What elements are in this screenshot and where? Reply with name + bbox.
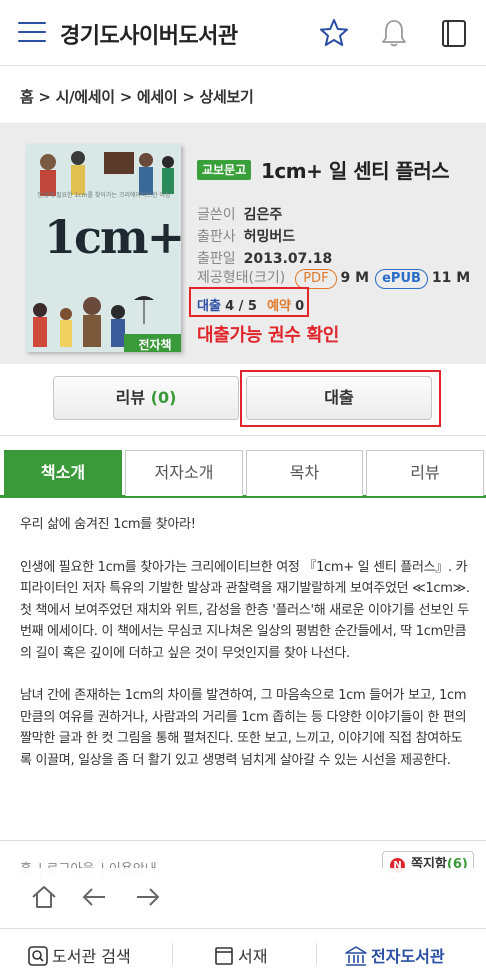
library-search-button[interactable]: 도서관 검색: [28, 943, 131, 967]
cover-subtitle: 인생에 필요한 1cm를 찾아가는 크리에이티브한 여정: [37, 192, 171, 199]
library-building-icon: [345, 946, 367, 966]
ebook-library-button[interactable]: 전자도서관: [345, 943, 445, 967]
search-icon: [28, 946, 48, 966]
book-title: 1cm+ 일 센티 플러스: [261, 159, 450, 183]
detail-tabs: 책소개 저자소개 목차 리뷰: [0, 450, 486, 498]
cover-title: 1cm+: [44, 210, 181, 264]
browser-nav-bar: [0, 868, 486, 926]
loan-status: 대출 4 / 5 예약 0: [197, 295, 304, 314]
breadcrumb-text[interactable]: 홈 > 시/에세이 > 에세이 > 상세보기: [20, 86, 254, 107]
description-paragraph: 인생에 필요한 1cm를 찾아가는 크리에이티브한 여정 『1cm+ 일 센티 …: [20, 559, 470, 661]
reserve-label: 예약: [267, 299, 292, 314]
review-button-label: 리뷰: [115, 388, 146, 407]
publisher-value: 허밍버드: [243, 229, 296, 245]
ebook-library-label: 전자도서관: [371, 947, 445, 966]
shelf-icon: [215, 947, 233, 965]
epub-format-badge[interactable]: ePUB: [375, 269, 428, 289]
loan-label: 대출: [197, 299, 221, 314]
library-search-label: 도서관 검색: [52, 947, 131, 966]
tab-contents[interactable]: 목차: [246, 450, 363, 496]
shelf-label: 서재: [238, 947, 268, 966]
forward-arrow-icon[interactable]: [131, 881, 163, 913]
publisher-badge: 교보문고: [197, 160, 252, 180]
review-button[interactable]: 리뷰 (0): [53, 376, 239, 420]
bell-icon[interactable]: [378, 17, 410, 49]
date-label: 출판일: [197, 251, 236, 267]
book-icon[interactable]: [438, 17, 470, 49]
tab-author-intro[interactable]: 저자소개: [125, 450, 243, 496]
author-value: 김은주: [243, 207, 283, 223]
pdf-format-badge[interactable]: PDF: [295, 269, 337, 289]
date-row: 출판일 2013.07.18: [197, 248, 332, 268]
divider: [0, 840, 486, 841]
bottom-nav: 도서관 검색 서재 전자도서관: [0, 928, 486, 979]
loan-button[interactable]: 대출: [246, 376, 432, 420]
ebook-badge: 전자책: [124, 334, 181, 352]
action-bar: 리뷰 (0) 대출: [0, 364, 486, 436]
shelf-button[interactable]: 서재: [214, 943, 267, 967]
book-info-area: 인생에 필요한 1cm를 찾아가는 크리에이티브한 여정 1cm+ 전자책 교보…: [0, 124, 486, 364]
back-arrow-icon[interactable]: [79, 881, 111, 913]
author-label: 글쓴이: [197, 207, 236, 223]
menu-icon[interactable]: [18, 22, 46, 44]
format-label: 제공형태(크기): [197, 270, 286, 286]
format-row: 제공형태(크기) PDF 9 M ePUB 11 M: [197, 267, 470, 289]
breadcrumb: 홈 > 시/에세이 > 에세이 > 상세보기: [0, 66, 486, 124]
reserve-count: 0: [295, 299, 305, 314]
description-paragraph: 우리 삶에 숨겨진 1cm를 찾아라!: [20, 517, 196, 532]
separator: [172, 943, 173, 965]
publisher-label: 출판사: [197, 229, 236, 245]
epub-size: 11 M: [431, 270, 471, 286]
book-description: 우리 삶에 숨겨진 1cm를 찾아라! 인생에 필요한 1cm를 찾아가는 크리…: [20, 514, 472, 792]
app-title: 경기도사이버도서관: [60, 24, 238, 49]
publisher-row: 출판사 허밍버드: [197, 226, 295, 246]
tab-book-intro[interactable]: 책소개: [4, 450, 122, 496]
home-icon[interactable]: [28, 881, 60, 913]
book-cover[interactable]: 인생에 필요한 1cm를 찾아가는 크리에이티브한 여정 1cm+ 전자책: [26, 144, 181, 352]
app-header: 경기도사이버도서관: [0, 0, 486, 66]
separator: [316, 943, 317, 965]
date-value: 2013.07.18: [243, 251, 333, 267]
loan-availability-annotation: 대출가능 권수 확인: [197, 325, 340, 346]
star-icon[interactable]: [318, 17, 350, 49]
pdf-size: 9 M: [340, 270, 370, 286]
loan-count: 4 / 5: [225, 299, 257, 314]
review-count: (0): [150, 388, 177, 407]
description-paragraph: 남녀 간에 존재하는 1cm의 차이를 발견하여, 그 마음속으로 1cm 들어…: [20, 688, 467, 768]
author-row: 글쓴이 김은주: [197, 204, 282, 224]
tab-review[interactable]: 리뷰: [366, 450, 484, 496]
